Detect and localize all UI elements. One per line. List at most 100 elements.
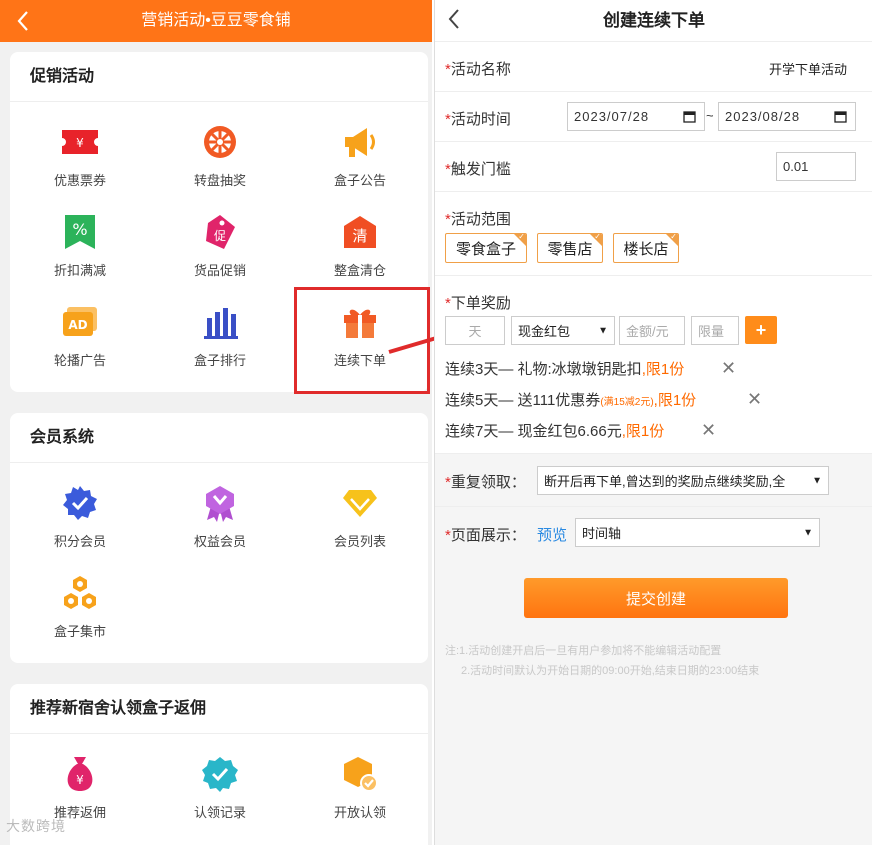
display-select[interactable]: 时间轴 ▼ xyxy=(575,518,820,547)
ad-icon: AD xyxy=(60,302,100,342)
reward-line-text: 连续5天— 送111优惠券 xyxy=(445,392,601,409)
tile-banner-ad[interactable]: AD 轮播广告 xyxy=(10,302,150,392)
clearance-icon: 清 xyxy=(340,212,380,252)
ticket-icon: ¥ xyxy=(60,122,100,162)
section-title: 会员系统 xyxy=(10,413,428,463)
percent-icon: % xyxy=(60,212,100,252)
reward-line: 连续7天— 现金红包6.66元,限1份 xyxy=(445,420,664,441)
svg-text:清: 清 xyxy=(352,227,367,245)
submit-button[interactable]: 提交创建 xyxy=(524,578,788,618)
limit-input[interactable]: 限量 xyxy=(691,316,739,345)
tile-announcement[interactable]: 盒子公告 xyxy=(290,122,430,212)
reward-type-value: 现金红包 xyxy=(518,324,571,339)
money-bag-icon: ¥ xyxy=(60,754,100,794)
calendar-icon xyxy=(683,111,696,123)
page-title: 创建连续下单 xyxy=(603,11,705,30)
row-display: *页面展示： 预览 时间轴 ▼ xyxy=(435,507,872,559)
hexagons-icon xyxy=(60,573,100,613)
start-date-input[interactable]: 2023/07/28 xyxy=(567,102,705,131)
section-title: 推荐新宿舍认领盒子返佣 xyxy=(10,684,428,734)
box-check-icon xyxy=(340,754,380,794)
preview-link[interactable]: 预览 xyxy=(537,524,567,545)
create-form-panel: 创建连续下单 *活动名称 开学下单活动 *活动时间 2023/07/28 ~ 2… xyxy=(434,0,872,845)
tile-member-list[interactable]: 会员列表 xyxy=(290,483,430,573)
row-reward: *下单奖励 天 现金红包 ▼ 金额/元 限量 + 连续3天— 礼物:冰墩墩钥匙扣… xyxy=(435,276,872,454)
create-form: *活动名称 开学下单活动 *活动时间 2023/07/28 ~ 2023/08/… xyxy=(435,42,872,547)
tile-label: 权益会员 xyxy=(193,534,246,549)
amount-input[interactable]: 金额/元 xyxy=(619,316,685,345)
delete-reward-button[interactable]: ✕ xyxy=(747,389,762,410)
tile-wheel[interactable]: 转盘抽奖 xyxy=(150,122,290,212)
activity-time-label: *活动时间 xyxy=(445,111,511,128)
row-activity-time: *活动时间 2023/07/28 ~ 2023/08/28 xyxy=(435,92,872,142)
row-scope: *活动范围 零食盒子 ✓ 零售店 ✓ 楼长店 ✓ xyxy=(435,192,872,276)
check-icon: ✓ xyxy=(518,233,525,241)
display-value: 时间轴 xyxy=(582,526,622,541)
reward-line-text: 连续3天— 礼物:冰墩墩钥匙扣 xyxy=(445,361,642,378)
tile-box-market[interactable]: 盒子集市 xyxy=(10,573,150,663)
tag-label: 楼长店 xyxy=(623,240,669,258)
amount-placeholder: 金额/元 xyxy=(626,324,669,339)
scope-tag-snack-box[interactable]: 零食盒子 ✓ xyxy=(445,233,527,263)
scope-label: *活动范围 xyxy=(445,211,511,228)
tile-coupon[interactable]: ¥ 优惠票券 xyxy=(10,122,150,212)
tile-label: 开放认领 xyxy=(333,805,386,820)
chevron-down-icon: ▼ xyxy=(598,325,608,336)
trigger-value: 0.01 xyxy=(783,159,809,174)
reward-line: 连续3天— 礼物:冰墩墩钥匙扣,限1份 xyxy=(445,358,684,379)
verified-icon xyxy=(200,754,240,794)
tile-label: 转盘抽奖 xyxy=(193,173,246,188)
note-line: 注:1.活动创建开启后一旦有用户参加将不能编辑活动配置 xyxy=(445,645,722,657)
diamond-icon xyxy=(340,483,380,523)
row-trigger: *触发门槛 0.01 xyxy=(435,142,872,192)
svg-text:¥: ¥ xyxy=(76,136,84,150)
repeat-select[interactable]: 断开后再下单,曾达到的奖励点继续奖励,全 ▼ xyxy=(537,466,829,495)
member-card: 会员系统 积分会员 权益会员 会员列表 盒子集市 xyxy=(10,413,428,663)
tile-rights-member[interactable]: 权益会员 xyxy=(150,483,290,573)
tile-points-member[interactable]: 积分会员 xyxy=(10,483,150,573)
reward-line-limit: ,限1份 xyxy=(641,361,685,378)
reward-line-limit: ,限1份 xyxy=(621,423,665,440)
delete-reward-button[interactable]: ✕ xyxy=(701,420,716,441)
tile-goods-promo[interactable]: 促 货品促销 xyxy=(150,212,290,302)
reward-line-limit: ,限1份 xyxy=(653,392,697,409)
badge-icon xyxy=(60,483,100,523)
wheel-icon xyxy=(200,122,240,162)
tile-claim-records[interactable]: 认领记录 xyxy=(150,754,290,844)
tile-ranking[interactable]: 盒子排行 xyxy=(150,302,290,392)
svg-text:AD: AD xyxy=(68,318,87,332)
tile-label: 盒子公告 xyxy=(333,173,386,188)
marketing-panel: 营销活动•豆豆零食铺 促销活动 ¥ 优惠票券 转盘抽奖 盒子公告 % 折扣满减 … xyxy=(0,0,432,845)
end-date-value: 2023/08/28 xyxy=(725,109,801,124)
page-title: 营销活动•豆豆零食铺 xyxy=(141,12,291,29)
delete-reward-button[interactable]: ✕ xyxy=(721,358,736,379)
tag-label: 零售店 xyxy=(547,240,593,258)
scope-tag-building[interactable]: 楼长店 ✓ xyxy=(613,233,679,263)
price-tag-icon: 促 xyxy=(200,212,240,252)
note-line: 2.活动时间默认为开始日期的09:00开始,结束日期的23:00结束 xyxy=(461,665,760,677)
reward-line-note: (满15减2元) xyxy=(600,397,654,408)
reward-line: 连续5天— 送111优惠券(满15减2元),限1份 xyxy=(445,389,696,410)
add-reward-button[interactable]: + xyxy=(745,316,777,344)
tile-label: 轮播广告 xyxy=(53,353,106,368)
row-repeat: *重复领取： 断开后再下单,曾达到的奖励点继续奖励,全 ▼ xyxy=(435,454,872,507)
end-date-input[interactable]: 2023/08/28 xyxy=(718,102,856,131)
tile-label: 折扣满减 xyxy=(53,263,106,278)
section-title: 促销活动 xyxy=(10,52,428,102)
reward-type-select[interactable]: 现金红包 ▼ xyxy=(511,316,615,345)
chevron-down-icon: ▼ xyxy=(803,527,813,538)
days-input[interactable]: 天 xyxy=(445,316,505,345)
tile-label: 优惠票券 xyxy=(53,173,106,188)
tile-label: 盒子集市 xyxy=(53,624,106,639)
activity-name-input[interactable]: 开学下单活动 xyxy=(769,59,847,78)
right-header: 创建连续下单 xyxy=(435,0,872,42)
trigger-input[interactable]: 0.01 xyxy=(776,152,856,181)
check-icon: ✓ xyxy=(594,233,601,241)
reward-line-text: 连续7天— 现金红包6.66元 xyxy=(445,423,622,440)
scope-tag-retail[interactable]: 零售店 ✓ xyxy=(537,233,603,263)
tag-label: 零食盒子 xyxy=(455,240,516,258)
tile-label: 会员列表 xyxy=(333,534,386,549)
tile-discount[interactable]: % 折扣满减 xyxy=(10,212,150,302)
tile-open-claim[interactable]: 开放认领 xyxy=(290,754,430,844)
days-placeholder: 天 xyxy=(468,324,482,339)
